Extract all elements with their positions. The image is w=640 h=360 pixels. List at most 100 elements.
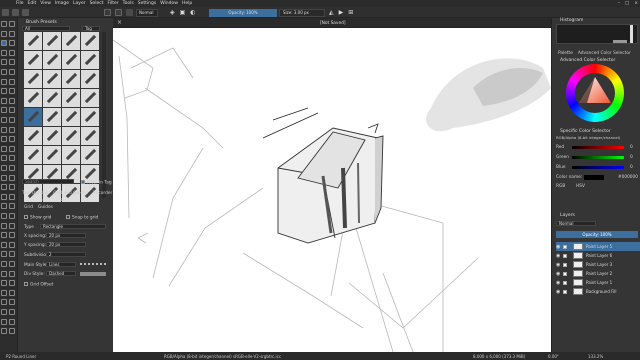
brush-preset-item[interactable]: [43, 70, 61, 88]
tool-button[interactable]: [1, 328, 7, 335]
tool-button[interactable]: [9, 174, 15, 181]
menu-edit[interactable]: Edit: [28, 1, 37, 6]
layer-select-checkbox[interactable]: [563, 262, 567, 267]
tool-button[interactable]: [9, 241, 15, 248]
tool-button[interactable]: [1, 155, 7, 162]
tool-button[interactable]: [1, 309, 7, 315]
color-space-select[interactable]: RGB/Alpha (8-bit integer/channel): [556, 135, 620, 140]
brush-preset-item[interactable]: [24, 89, 42, 107]
layer-row[interactable]: ◉ Background Fill: [556, 287, 640, 296]
close-icon[interactable]: ×: [634, 1, 638, 6]
layer-blend-select[interactable]: Normal: [556, 221, 596, 226]
drawing-canvas[interactable]: [113, 28, 551, 352]
brush-preset-item[interactable]: [62, 108, 80, 126]
grid-type-select[interactable]: Rectangle: [40, 224, 106, 229]
tool-button[interactable]: [9, 88, 15, 95]
div-style-select[interactable]: Dashed: [46, 271, 76, 276]
tab-advanced-color-selector[interactable]: Advanced Color Selector: [578, 51, 631, 56]
save-document-icon[interactable]: [22, 9, 29, 16]
brush-preset-item[interactable]: [81, 89, 99, 107]
tool-button[interactable]: [1, 69, 7, 75]
div-color-swatch[interactable]: [80, 272, 106, 276]
tool-button[interactable]: [1, 97, 7, 104]
menu-tools[interactable]: Tools: [123, 1, 134, 6]
eraser-mode-icon[interactable]: ◈: [170, 9, 175, 16]
show-grid-check[interactable]: [24, 215, 28, 219]
tool-button[interactable]: [1, 270, 7, 277]
tool-button[interactable]: [9, 328, 15, 335]
tool-button[interactable]: [1, 145, 7, 152]
preserve-alpha-icon[interactable]: ◐: [190, 9, 195, 16]
brush-preset-icon[interactable]: [126, 9, 133, 16]
blend-mode-select[interactable]: Normal: [136, 8, 158, 17]
color-wheel[interactable]: [566, 64, 624, 122]
opacity-slider[interactable]: Opacity: 100%: [209, 8, 277, 17]
snap-to-grid-checkbox[interactable]: Snap to grid: [66, 215, 98, 221]
menu-layer[interactable]: Layer: [73, 1, 86, 6]
tool-button[interactable]: [9, 280, 15, 287]
brush-preset-item[interactable]: [62, 89, 80, 107]
brush-preset-item[interactable]: [24, 108, 42, 126]
tool-button[interactable]: [9, 261, 15, 267]
tool-button[interactable]: [1, 136, 7, 143]
main-style-select[interactable]: Lines: [46, 262, 76, 267]
tool-button[interactable]: [1, 184, 7, 191]
menu-settings[interactable]: Settings: [138, 1, 156, 6]
tool-button[interactable]: [9, 155, 15, 162]
layer-opacity-slider[interactable]: Opacity: 100%: [556, 231, 638, 238]
layer-row[interactable]: ◉ Paint Layer 1: [556, 278, 640, 287]
visibility-eye-icon[interactable]: ◉: [556, 271, 561, 277]
tool-button[interactable]: [9, 117, 15, 123]
brush-preset-item[interactable]: [81, 127, 99, 145]
filter-in-tag-checkbox[interactable]: Filter in Tag: [81, 180, 112, 186]
layer-row[interactable]: ◉ Paint Layer 3: [556, 260, 640, 269]
mirror-horizontal-icon[interactable]: ◭: [329, 9, 334, 16]
tool-button[interactable]: [1, 107, 7, 114]
visibility-eye-icon[interactable]: ◉: [556, 289, 561, 295]
tool-button[interactable]: [9, 270, 15, 277]
snap-to-grid-check[interactable]: [66, 215, 70, 219]
tool-button[interactable]: [1, 40, 7, 47]
tool-button[interactable]: [9, 309, 15, 315]
layer-row[interactable]: ◉ Paint Layer 5: [556, 242, 640, 251]
tool-button[interactable]: [1, 318, 7, 325]
visibility-eye-icon[interactable]: ◉: [556, 280, 561, 286]
brush-preset-item[interactable]: [81, 108, 99, 126]
layer-row[interactable]: ◉ Paint Layer 2: [556, 269, 640, 278]
brush-preset-item[interactable]: [43, 146, 61, 164]
reset-icon[interactable]: ▣: [180, 9, 186, 16]
tool-button[interactable]: [1, 88, 7, 95]
tool-button[interactable]: [9, 136, 15, 143]
show-grid-checkbox[interactable]: Show grid: [24, 215, 51, 221]
layer-row[interactable]: ◉ Paint Layer 6: [556, 251, 640, 260]
tool-button[interactable]: [9, 222, 15, 229]
tab-recorder[interactable]: Recorder: [93, 191, 112, 196]
visibility-eye-icon[interactable]: ◉: [556, 262, 561, 268]
tool-button[interactable]: [1, 222, 7, 229]
brush-preset-item[interactable]: [43, 89, 61, 107]
tab-guides[interactable]: Guides: [38, 205, 53, 210]
tool-button[interactable]: [9, 59, 15, 66]
tool-button[interactable]: [1, 289, 7, 296]
tool-button[interactable]: [9, 203, 15, 210]
brush-preset-item[interactable]: [43, 32, 61, 50]
brush-preset-item[interactable]: [24, 146, 42, 164]
brush-tag-select[interactable]: Tag: [82, 26, 100, 31]
tool-button[interactable]: [9, 184, 15, 191]
tool-button[interactable]: [1, 30, 7, 37]
tab-close-icon[interactable]: ×: [117, 19, 122, 26]
open-document-icon[interactable]: [12, 9, 19, 16]
brush-preset-item[interactable]: [81, 32, 99, 50]
brush-preset-item[interactable]: [81, 70, 99, 88]
layer-select-checkbox[interactable]: [563, 253, 567, 258]
tool-button[interactable]: [9, 145, 15, 152]
tool-button[interactable]: [1, 261, 7, 267]
tab-grid-and-guides[interactable]: Grid and Guides: [53, 191, 88, 196]
visibility-eye-icon[interactable]: ◉: [556, 244, 561, 250]
tool-button[interactable]: [1, 21, 7, 27]
tool-button[interactable]: [1, 232, 7, 239]
rgb-radio[interactable]: RGB: [556, 184, 565, 189]
tool-button[interactable]: [9, 49, 15, 56]
red-value[interactable]: 0: [630, 145, 633, 150]
brush-preset-item[interactable]: [81, 146, 99, 164]
